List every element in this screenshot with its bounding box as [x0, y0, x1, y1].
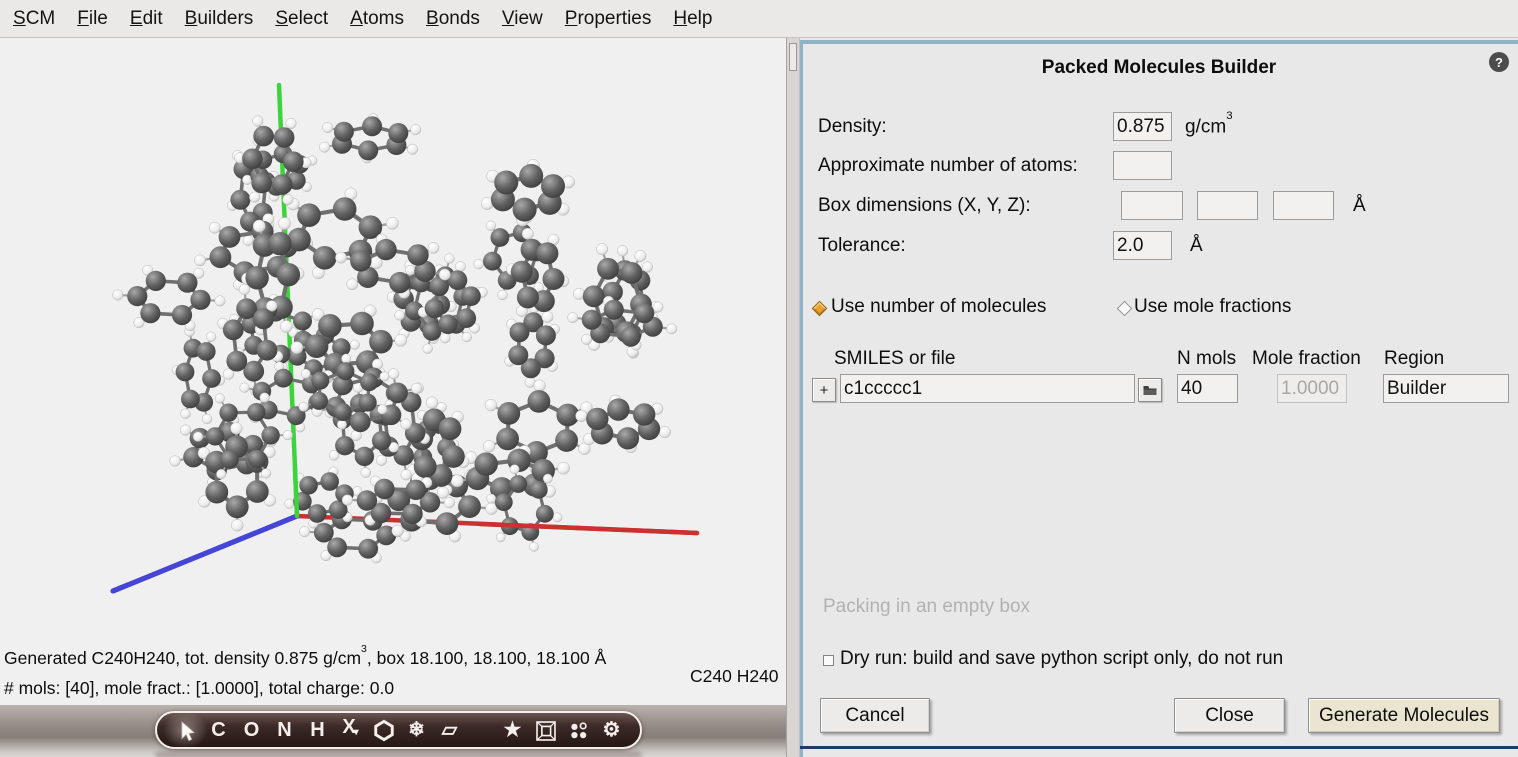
oxygen-element-button[interactable]: O: [235, 714, 268, 746]
dialog-bottom-border: [800, 746, 1518, 749]
help-icon[interactable]: ?: [1489, 52, 1509, 72]
menu-file[interactable]: File: [66, 4, 119, 34]
tolerance-label: Tolerance:: [818, 235, 906, 257]
menu-select[interactable]: Select: [264, 4, 339, 34]
panel-splitter[interactable]: [786, 38, 800, 757]
menu-scm[interactable]: SCM: [2, 4, 66, 34]
application-window: SCMFileEditBuildersSelectAtomsBondsViewP…: [0, 0, 1518, 757]
periodic-box-icon[interactable]: [529, 714, 562, 746]
packed-molecules-builder-panel: Packed Molecules Builder ? Density: g/cm…: [800, 40, 1518, 757]
use-mole-fractions-label: Use mole fractions: [1134, 296, 1291, 318]
viewer-bottom-bar: CONHX▾ ❄▱ ★ ⚙: [0, 705, 790, 757]
render-style-icon[interactable]: [562, 714, 595, 746]
any-element-button[interactable]: X▾: [334, 711, 367, 749]
density-unit: g/cm3: [1185, 116, 1233, 138]
splitter-handle[interactable]: [789, 43, 797, 71]
atoms-label: Approximate number of atoms:: [818, 155, 1078, 177]
use-mole-fractions-radio[interactable]: [1117, 301, 1133, 317]
atom-toolbar-items: CONHX▾ ❄▱ ★ ⚙: [157, 713, 640, 747]
carbon-element-button[interactable]: C: [202, 714, 235, 746]
status-line-1: Generated C240H240, tot. density 0.875 g…: [4, 648, 606, 669]
tolerance-unit: Å: [1190, 235, 1203, 257]
menu-view[interactable]: View: [491, 4, 554, 34]
menu-builders[interactable]: Builders: [174, 4, 265, 34]
browse-file-button[interactable]: [1138, 378, 1162, 402]
settings-gear-icon[interactable]: ⚙: [595, 714, 628, 746]
hydrogen-element-button[interactable]: H: [301, 714, 334, 746]
folder-icon: [1143, 385, 1157, 396]
use-number-of-molecules-radio[interactable]: [812, 301, 828, 317]
menu-edit[interactable]: Edit: [119, 4, 174, 34]
atom-toolbar: CONHX▾ ❄▱ ★ ⚙: [155, 711, 642, 749]
dry-run-label: Dry run: build and save python script on…: [840, 648, 1283, 670]
density-label: Density:: [818, 116, 887, 138]
freeze-tool-icon[interactable]: ❄: [400, 714, 433, 746]
close-button[interactable]: Close: [1174, 698, 1285, 733]
ring-tool-icon[interactable]: [367, 714, 400, 746]
packing-info-text: Packing in an empty box: [823, 596, 1030, 618]
tolerance-input[interactable]: [1113, 231, 1172, 260]
box-y-input[interactable]: [1197, 191, 1258, 220]
menu-help[interactable]: Help: [662, 4, 723, 34]
menu-bonds[interactable]: Bonds: [415, 4, 491, 34]
toolbar-reflection: [155, 751, 642, 757]
formula-label: C240 H240: [690, 666, 779, 687]
menu-properties[interactable]: Properties: [554, 4, 663, 34]
column-header-molefraction: Mole fraction: [1252, 348, 1361, 370]
favorites-star-icon[interactable]: ★: [496, 714, 529, 746]
cancel-button[interactable]: Cancel: [820, 698, 930, 733]
column-header-smiles: SMILES or file: [834, 348, 955, 370]
generate-molecules-button[interactable]: Generate Molecules: [1308, 698, 1500, 733]
nmols-input[interactable]: [1177, 374, 1238, 403]
density-input[interactable]: [1113, 112, 1172, 141]
smiles-input[interactable]: [840, 374, 1135, 403]
dry-run-checkbox[interactable]: [823, 655, 834, 666]
molefraction-input: [1277, 374, 1347, 403]
nitrogen-element-button[interactable]: N: [268, 714, 301, 746]
column-header-nmols: N mols: [1177, 348, 1236, 370]
use-number-of-molecules-label: Use number of molecules: [831, 296, 1046, 318]
status-line-2: # mols: [40], mole fract.: [1.0000], tot…: [4, 678, 394, 699]
select-cursor-icon[interactable]: [169, 714, 202, 746]
region-input[interactable]: [1383, 374, 1509, 403]
box-z-input[interactable]: [1273, 191, 1334, 220]
plane-tool-icon[interactable]: ▱: [433, 714, 466, 746]
column-header-region: Region: [1384, 348, 1444, 370]
menu-bar: SCMFileEditBuildersSelectAtomsBondsViewP…: [0, 0, 1518, 38]
add-row-button[interactable]: +: [812, 378, 836, 402]
box-x-input[interactable]: [1121, 191, 1183, 220]
box-dimensions-label: Box dimensions (X, Y, Z):: [818, 195, 1031, 217]
molecule-viewport[interactable]: Generated C240H240, tot. density 0.875 g…: [0, 38, 786, 705]
box-unit: Å: [1353, 195, 1366, 217]
atoms-input[interactable]: [1113, 151, 1172, 180]
menu-atoms[interactable]: Atoms: [339, 4, 415, 34]
dialog-title: Packed Molecules Builder: [800, 57, 1518, 79]
